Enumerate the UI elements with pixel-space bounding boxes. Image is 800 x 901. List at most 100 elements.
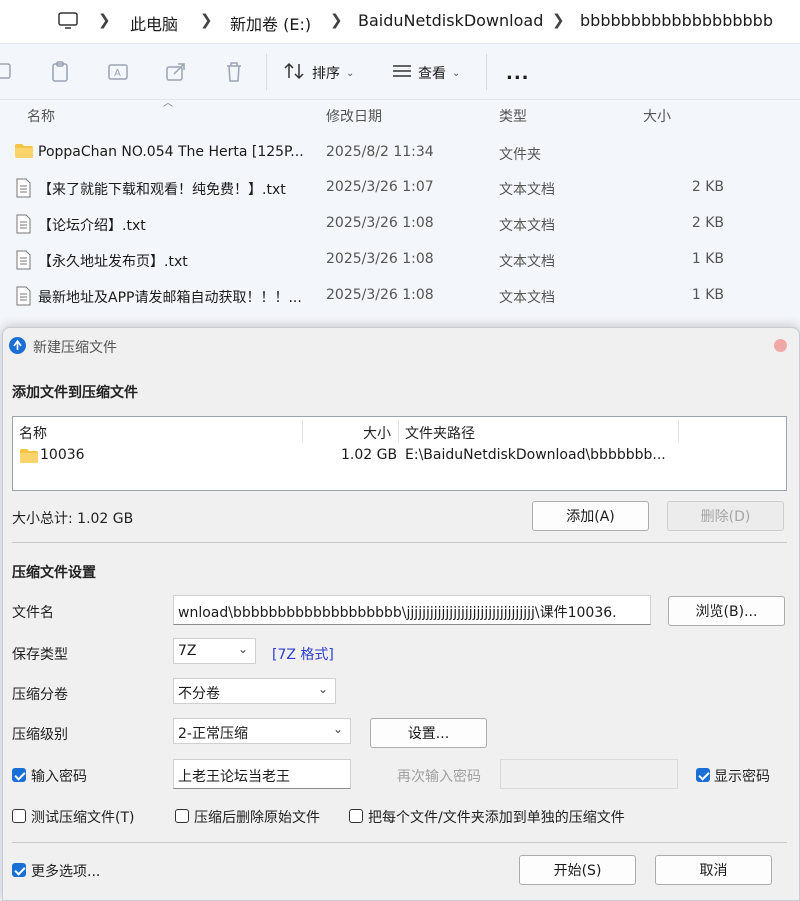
format-link[interactable]: [7Z 格式]	[272, 644, 334, 664]
file-size: 2 KB	[691, 179, 724, 195]
close-icon[interactable]	[774, 339, 787, 352]
list-header-name[interactable]: 名称	[19, 423, 47, 443]
more-options-checkbox[interactable]	[12, 863, 26, 877]
breadcrumb-item[interactable]: BaiduNetdiskDownload	[358, 11, 543, 30]
text-file-icon	[14, 178, 32, 202]
filename-field[interactable]: wnload\bbbbbbbbbbbbbbbbbbb\jjjjjjjjjjjjj…	[173, 595, 651, 625]
file-date: 2025/3/26 1:07	[326, 179, 434, 195]
breadcrumb-item[interactable]: 此电脑	[130, 11, 178, 35]
password-checkbox[interactable]	[12, 768, 26, 782]
command-bar: A 排序 ⌄ 查看 ⌄ ...	[0, 44, 800, 100]
svg-text:A: A	[114, 68, 121, 79]
delete-icon[interactable]	[222, 60, 246, 84]
separate-archives-label: 把每个文件/文件夹添加到单独的压缩文件	[368, 810, 625, 826]
file-row[interactable]: 【来了就能下载和观看！纯免费！】.txt 2025/3/26 1:07 文本文档…	[0, 171, 800, 205]
cancel-button[interactable]: 取消	[655, 855, 772, 885]
column-header-type[interactable]: 类型	[499, 106, 527, 126]
file-row[interactable]: PoppaChan NO.054 The Herta [125P... 2025…	[0, 136, 800, 170]
total-size: 大小总计: 1.02 GB	[12, 511, 134, 527]
level-label: 压缩级别	[12, 727, 68, 743]
file-size: 1 KB	[691, 251, 724, 267]
more-options-button[interactable]: ...	[506, 58, 530, 88]
chevron-down-icon: ⌄	[237, 642, 248, 656]
dialog-title: 新建压缩文件	[33, 340, 117, 356]
address-bar[interactable]: ❯ 此电脑 ❯ 新加卷 (E:) ❯ BaiduNetdiskDownload …	[0, 0, 800, 44]
paste-icon[interactable]	[48, 60, 72, 84]
file-row[interactable]: 【永久地址发布页】.txt 2025/3/26 1:08 文本文档 1 KB	[0, 243, 800, 277]
column-header-size[interactable]: 大小	[643, 106, 671, 126]
list-header-size[interactable]: 大小	[363, 423, 391, 443]
breadcrumb-item[interactable]: bbbbbbbbbbbbbbbbbbb	[580, 11, 773, 30]
browse-button[interactable]: 浏览(B)...	[668, 596, 785, 626]
delete-button[interactable]: 删除(D)	[667, 501, 784, 531]
save-type-select[interactable]: 7Z ⌄	[173, 638, 256, 664]
save-type-label: 保存类型	[12, 647, 68, 663]
view-list-icon	[392, 63, 412, 83]
split-label: 压缩分卷	[12, 687, 68, 703]
test-archive-checkbox[interactable]	[12, 809, 26, 823]
settings-section-title: 压缩文件设置	[12, 565, 96, 581]
more-options-label: 更多选项...	[31, 864, 101, 880]
show-password-checkbox[interactable]	[696, 768, 710, 782]
chevron-down-icon: ⌄	[317, 682, 328, 696]
file-date: 2025/8/2 11:34	[326, 144, 434, 160]
chevron-down-icon: ⌄	[452, 67, 461, 79]
file-row[interactable]: 最新地址及APP请发邮箱自动获取！！！... 2025/3/26 1:08 文本…	[0, 279, 800, 313]
file-size: 1 KB	[691, 287, 724, 303]
file-list[interactable]: 名称 大小 文件夹路径 10036 1.02 GB E:\BaiduNetdis…	[12, 416, 787, 491]
settings-button[interactable]: 设置...	[370, 718, 487, 748]
sort-up-icon: ︿	[163, 98, 173, 109]
breadcrumb-item[interactable]: 新加卷 (E:)	[230, 11, 311, 35]
split-value: 不分卷	[178, 686, 220, 702]
list-header-divider	[302, 420, 303, 442]
file-name: 【论坛介绍】.txt	[38, 218, 146, 234]
filename-label: 文件名	[12, 605, 54, 621]
view-button[interactable]: 查看 ⌄	[392, 58, 460, 88]
sort-icon	[284, 62, 306, 84]
list-item-name[interactable]: 10036	[40, 447, 85, 463]
share-icon[interactable]	[164, 60, 188, 84]
delete-after-label: 压缩后删除原始文件	[194, 810, 320, 826]
list-header-path[interactable]: 文件夹路径	[405, 423, 475, 443]
reenter-password-field[interactable]	[500, 759, 678, 789]
toolbar-divider	[486, 54, 487, 90]
chevron-right-icon: ❯	[330, 11, 343, 29]
column-header-date[interactable]: 修改日期	[326, 106, 382, 126]
chevron-right-icon: ❯	[552, 11, 565, 29]
app-icon	[9, 337, 26, 354]
file-row[interactable]: 【论坛介绍】.txt 2025/3/26 1:08 文本文档 2 KB	[0, 207, 800, 241]
add-button[interactable]: 添加(A)	[532, 501, 649, 531]
file-name: 【来了就能下载和观看！纯免费！】.txt	[38, 182, 286, 198]
password-field[interactable]: 上老王论坛当老王	[173, 759, 351, 789]
file-type: 文件夹	[499, 147, 541, 163]
rename-icon[interactable]: A	[106, 60, 130, 84]
folder-icon	[19, 448, 39, 468]
copy-icon[interactable]	[0, 60, 18, 84]
level-select[interactable]: 2-正常压缩 ⌄	[173, 718, 351, 744]
file-name: 【永久地址发布页】.txt	[38, 254, 188, 270]
chevron-down-icon: ⌄	[346, 67, 355, 79]
column-header-name[interactable]: 名称	[27, 106, 55, 126]
toolbar-divider	[266, 54, 267, 90]
folder-icon	[14, 143, 34, 163]
start-button[interactable]: 开始(S)	[519, 855, 636, 885]
file-type: 文本文档	[499, 218, 555, 234]
split-select[interactable]: 不分卷 ⌄	[173, 678, 336, 704]
chevron-down-icon: ⌄	[332, 722, 343, 736]
reenter-password-label: 再次输入密码	[397, 769, 481, 785]
text-file-icon	[14, 286, 32, 310]
separate-archives-checkbox[interactable]	[349, 809, 363, 823]
computer-icon[interactable]	[58, 12, 78, 34]
file-size: 2 KB	[691, 215, 724, 231]
divider	[12, 842, 787, 843]
file-explorer-window: ❯ 此电脑 ❯ 新加卷 (E:) ❯ BaiduNetdiskDownload …	[0, 0, 800, 330]
file-date: 2025/3/26 1:08	[326, 287, 434, 303]
file-type: 文本文档	[499, 290, 555, 306]
dialog-title-bar[interactable]: 新建压缩文件	[3, 328, 799, 362]
chevron-right-icon: ❯	[200, 11, 213, 29]
add-section-title: 添加文件到压缩文件	[12, 385, 138, 401]
sort-button[interactable]: 排序 ⌄	[284, 58, 354, 88]
file-date: 2025/3/26 1:08	[326, 215, 434, 231]
delete-after-checkbox[interactable]	[175, 809, 189, 823]
view-label: 查看	[418, 66, 446, 82]
